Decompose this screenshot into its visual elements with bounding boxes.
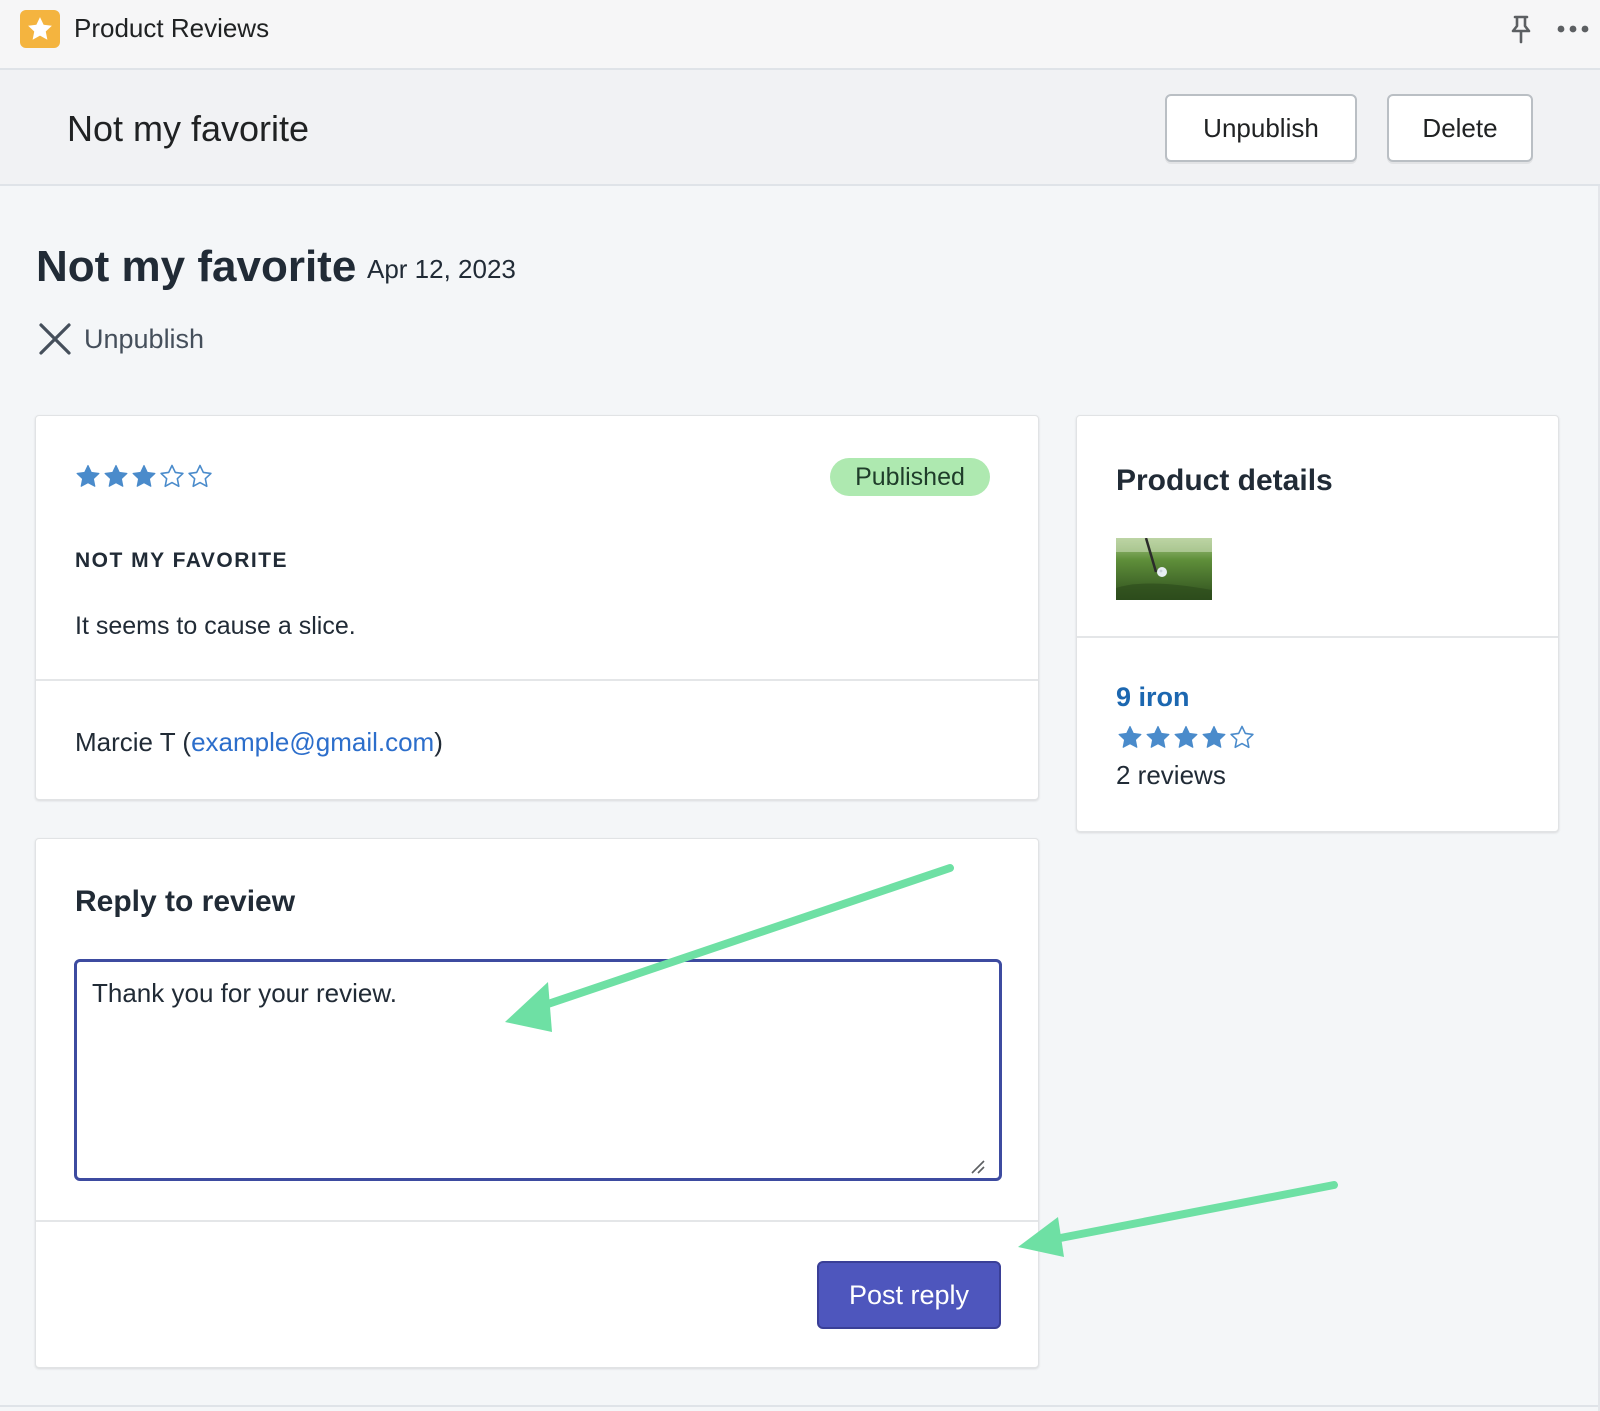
card-divider [36,679,1038,681]
reply-heading: Reply to review [75,885,296,918]
resize-grip-icon[interactable] [968,1158,986,1174]
pin-icon[interactable] [1508,14,1534,44]
unpublish-button[interactable]: Unpublish [1165,94,1357,162]
unpublish-link-label: Unpublish [84,323,205,354]
star-filled-icon [76,464,100,487]
star-filled-icon [132,464,156,487]
star-empty-icon [1230,725,1254,749]
product-name-link[interactable]: 9 iron [1116,682,1190,713]
author-paren-close: ) [434,727,443,757]
page-title: Not my favorite [36,242,357,291]
reply-textarea[interactable]: Thank you for your review. [74,959,1002,1181]
card-divider [36,1220,1038,1222]
star-filled-icon [1118,725,1142,748]
star-filled-icon [104,464,128,487]
app-bar: Product Reviews [0,0,1600,70]
product-thumbnail[interactable] [1116,538,1212,600]
review-rating [74,463,214,490]
product-rating [1116,724,1256,751]
author-paren-open: ( [175,727,192,757]
product-review-count: 2 reviews [1116,760,1226,790]
product-details-heading: Product details [1116,464,1333,497]
reply-card: Reply to review Thank you for your revie… [35,838,1039,1368]
status-badge: Published [830,458,990,496]
star-empty-icon [188,464,212,488]
post-reply-button[interactable]: Post reply [817,1261,1001,1329]
delete-button[interactable]: Delete [1387,94,1533,162]
app-logo [20,10,60,48]
star-filled-icon [1202,725,1226,748]
author-email-link[interactable]: example@gmail.com [191,727,434,757]
review-date: Apr 12, 2023 [367,254,516,284]
star-filled-icon [1146,725,1170,748]
titlebar-title: Not my favorite [67,108,310,149]
more-icon[interactable] [1556,16,1590,42]
star-filled-icon [1174,725,1198,748]
page-content: Not my favorite Apr 12, 2023 Unpublish P… [0,186,1600,1411]
author-name: Marcie T [75,727,176,757]
title-bar: Not my favorite Unpublish Delete [0,70,1600,186]
review-body: It seems to cause a slice. [75,612,356,640]
product-details-card: Product details 9 iron 2 reviews [1076,415,1559,832]
page-bottom-divider [0,1405,1600,1407]
star-empty-icon [160,464,184,488]
close-icon [39,323,71,355]
star-icon [28,17,52,40]
review-title: NOT MY FAVORITE [75,549,289,572]
review-author: Marcie T (example@gmail.com) [75,727,443,758]
app-title: Product Reviews [74,13,270,43]
review-card: Published NOT MY FAVORITE It seems to ca… [35,415,1039,800]
unpublish-link[interactable]: Unpublish [38,322,204,356]
card-divider [1077,636,1558,638]
